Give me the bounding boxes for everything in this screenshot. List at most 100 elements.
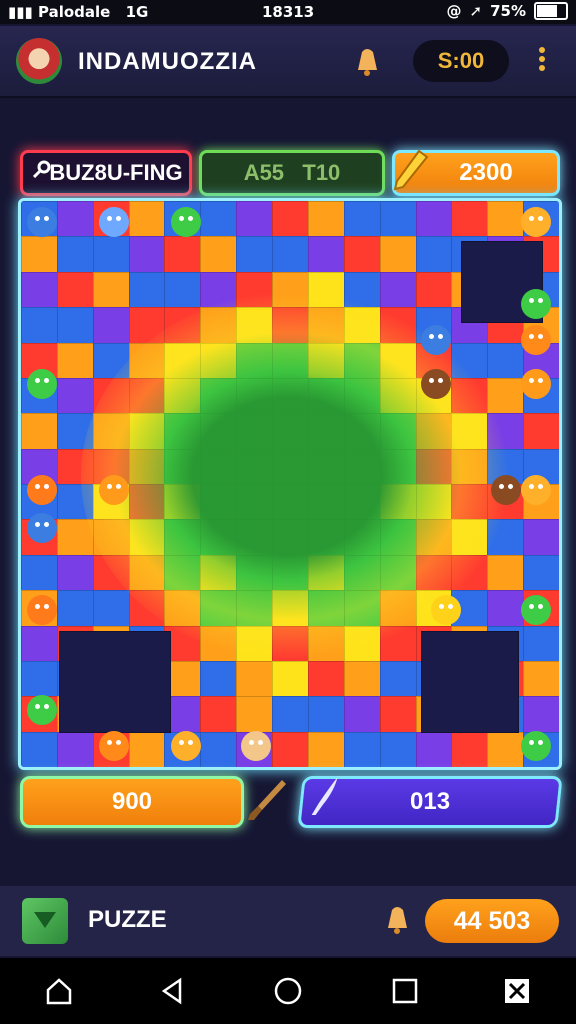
puzzle-tile[interactable] [451, 201, 489, 238]
puzzle-tile[interactable] [200, 484, 238, 521]
puzzle-tile[interactable] [164, 519, 202, 556]
puzzle-tile[interactable] [415, 201, 453, 238]
puzzle-tile[interactable] [164, 484, 202, 521]
puzzle-tile[interactable] [379, 484, 417, 521]
puzzle-tile[interactable] [379, 625, 417, 662]
puzzle-tile[interactable] [56, 484, 94, 521]
puzzle-tile[interactable] [343, 448, 381, 485]
close-x-icon[interactable] [502, 976, 532, 1006]
puzzle-tile[interactable] [487, 554, 525, 592]
puzzle-tile[interactable] [200, 625, 238, 662]
puzzle-tile[interactable] [21, 554, 58, 592]
puzzle-tile[interactable] [415, 519, 453, 556]
puzzle-tile[interactable] [236, 236, 274, 273]
puzzle-tile[interactable] [128, 448, 166, 485]
empty-slot[interactable] [59, 631, 171, 733]
puzzle-tile[interactable] [307, 554, 345, 592]
puzzle-tile[interactable] [200, 307, 238, 344]
puzzle-tile[interactable] [343, 201, 381, 238]
puzzle-tile[interactable] [272, 448, 309, 485]
puzzle-tile[interactable] [451, 519, 489, 556]
puzzle-tile[interactable] [487, 590, 525, 627]
puzzle-tile[interactable] [379, 236, 417, 273]
puzzle-tile[interactable] [56, 377, 94, 415]
puzzle-tile[interactable] [164, 590, 202, 627]
puzzle-tile[interactable] [379, 590, 417, 627]
puzzle-tile[interactable] [236, 271, 274, 309]
puzzle-tile[interactable] [415, 448, 453, 485]
puzzle-tile[interactable] [343, 696, 381, 733]
puzzle-tile[interactable] [343, 484, 381, 521]
puzzle-tile[interactable] [343, 377, 381, 415]
puzzle-tile[interactable] [451, 448, 489, 485]
puzzle-tile[interactable] [487, 377, 525, 415]
kebab-menu-icon[interactable] [532, 44, 552, 78]
puzzle-tile[interactable] [451, 377, 489, 415]
creature-piece-icon[interactable] [521, 475, 551, 505]
puzzle-tile[interactable] [307, 731, 345, 767]
puzzle-tile[interactable] [487, 201, 525, 238]
bell-icon[interactable] [350, 44, 384, 78]
puzzle-tile[interactable] [56, 307, 94, 344]
creature-piece-icon[interactable] [27, 695, 57, 725]
puzzle-tile[interactable] [451, 342, 489, 379]
puzzle-tile[interactable] [379, 201, 417, 238]
empty-slot[interactable] [421, 631, 519, 733]
puzzle-tile[interactable] [451, 413, 489, 450]
puzzle-tile[interactable] [415, 271, 453, 309]
puzzle-tile[interactable] [92, 307, 130, 344]
creature-piece-icon[interactable] [99, 207, 129, 237]
puzzle-tile[interactable] [451, 554, 489, 592]
puzzle-tile[interactable] [343, 554, 381, 592]
puzzle-tile[interactable] [56, 236, 94, 273]
puzzle-tile[interactable] [523, 519, 559, 556]
puzzle-tile[interactable] [523, 625, 559, 662]
creature-piece-icon[interactable] [27, 595, 57, 625]
puzzle-tile[interactable] [236, 554, 274, 592]
puzzle-tile[interactable] [379, 696, 417, 733]
puzzle-tile[interactable] [272, 307, 309, 344]
puzzle-tile[interactable] [92, 342, 130, 379]
puzzle-tile[interactable] [236, 519, 274, 556]
puzzle-tile[interactable] [21, 236, 58, 273]
puzzle-tile[interactable] [128, 271, 166, 309]
puzzle-tile[interactable] [236, 696, 274, 733]
puzzle-tile[interactable] [200, 201, 238, 238]
puzzle-tile[interactable] [487, 413, 525, 450]
puzzle-tile[interactable] [200, 519, 238, 556]
puzzle-tile[interactable] [200, 660, 238, 698]
puzzle-tile[interactable] [164, 271, 202, 309]
puzzle-tile[interactable] [343, 590, 381, 627]
creature-piece-icon[interactable] [421, 325, 451, 355]
puzzle-tile[interactable] [272, 660, 309, 698]
puzzle-tile[interactable] [343, 307, 381, 344]
puzzle-tile[interactable] [236, 413, 274, 450]
brush-tool-icon[interactable] [244, 776, 290, 826]
puzzle-tile[interactable] [56, 413, 94, 450]
puzzle-tile[interactable] [128, 307, 166, 344]
puzzle-tile[interactable] [128, 731, 166, 767]
creature-piece-icon[interactable] [27, 513, 57, 543]
puzzle-tile[interactable] [56, 271, 94, 309]
puzzle-tile[interactable] [523, 413, 559, 450]
puzzle-tile[interactable] [272, 236, 309, 273]
puzzle-tile[interactable] [415, 413, 453, 450]
puzzle-tile[interactable] [236, 342, 274, 379]
puzzle-tile[interactable] [307, 660, 345, 698]
puzzle-tile[interactable] [307, 271, 345, 309]
puzzle-board[interactable] [18, 198, 562, 770]
puzzle-tile[interactable] [379, 554, 417, 592]
puzzle-tile[interactable] [92, 271, 130, 309]
puzzle-tile[interactable] [343, 236, 381, 273]
puzzle-tile[interactable] [236, 307, 274, 344]
puzzle-tile[interactable] [21, 271, 58, 309]
creature-piece-icon[interactable] [521, 369, 551, 399]
puzzle-tile[interactable] [307, 307, 345, 344]
puzzle-tile[interactable] [200, 413, 238, 450]
creature-piece-icon[interactable] [521, 289, 551, 319]
puzzle-tile[interactable] [379, 342, 417, 379]
puzzle-tile[interactable] [307, 377, 345, 415]
puzzle-tile[interactable] [523, 554, 559, 592]
puzzle-tile[interactable] [272, 201, 309, 238]
puzzle-tile[interactable] [379, 448, 417, 485]
